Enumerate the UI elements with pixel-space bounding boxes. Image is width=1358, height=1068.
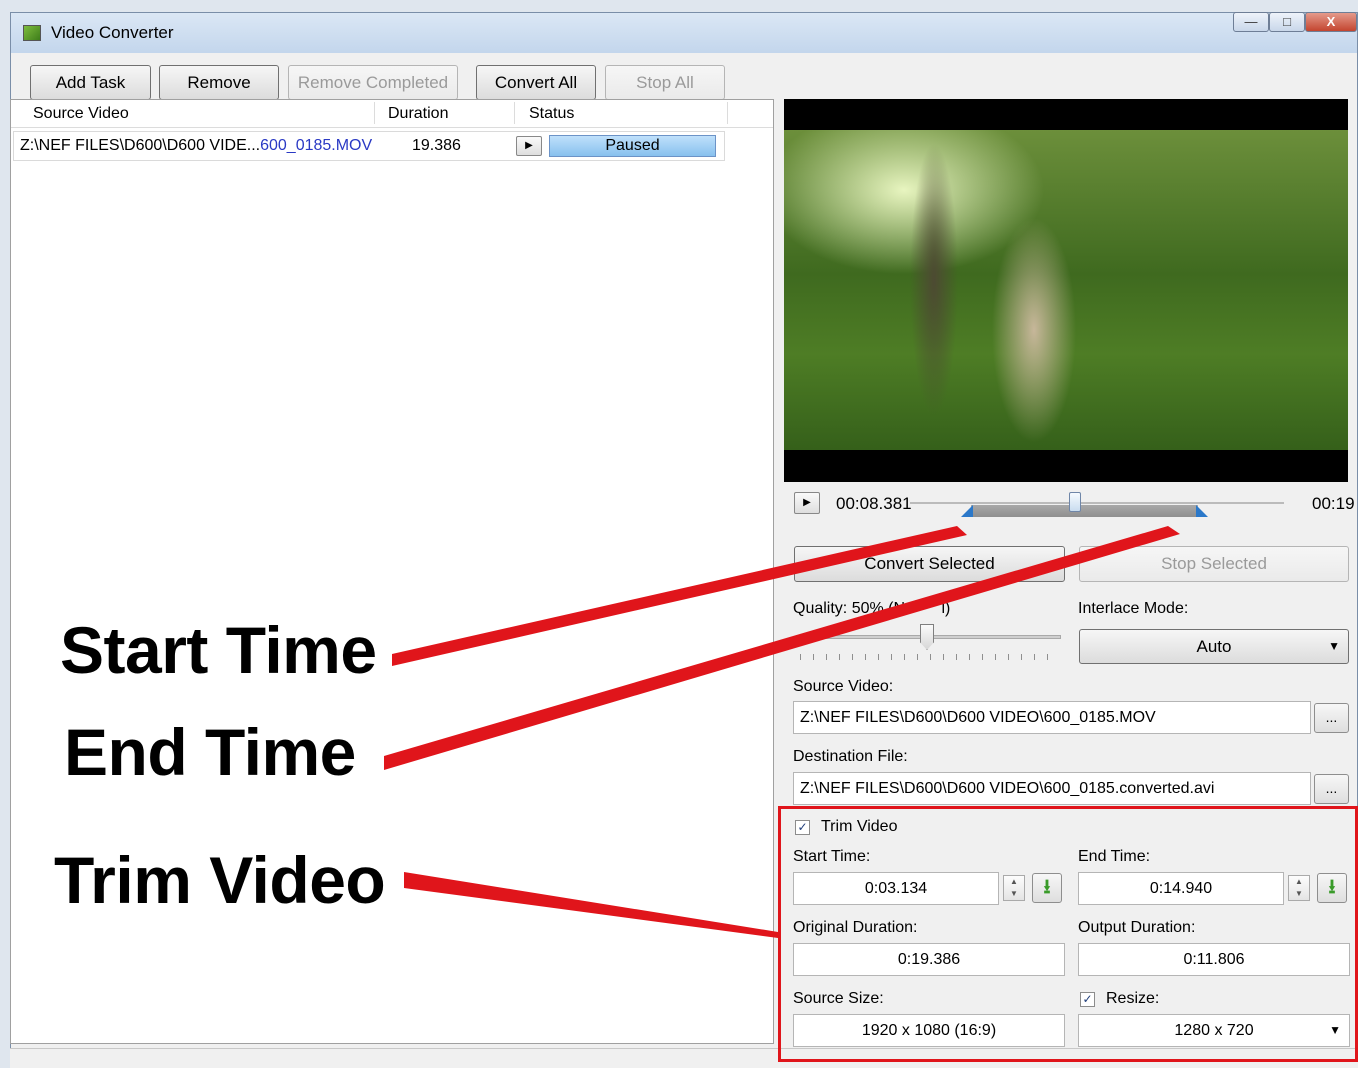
column-divider[interactable] (727, 102, 728, 124)
annotation-trim-video: Trim Video (54, 843, 386, 917)
chevron-down-icon: ▼ (1328, 639, 1340, 653)
remove-button[interactable]: Remove (159, 65, 279, 100)
browse-source-button[interactable]: ... (1314, 703, 1349, 733)
current-time: 00:08.381 (836, 494, 912, 513)
convert-selected-button[interactable]: Convert Selected (794, 546, 1065, 582)
app-icon (23, 25, 41, 41)
total-time: 00:19 (1312, 494, 1355, 513)
video-preview[interactable] (784, 99, 1348, 482)
forest-path-frame (784, 130, 1348, 450)
quality-label: Quality: 50% (Normal) (793, 600, 951, 617)
remove-completed-button[interactable]: Remove Completed (288, 65, 458, 100)
interlace-mode-label: Interlace Mode: (1078, 600, 1189, 617)
column-source-video[interactable]: Source Video (33, 105, 129, 123)
play-button[interactable]: ▶ (794, 492, 820, 514)
column-divider[interactable] (374, 102, 375, 124)
trim-video-highlight-box (778, 806, 1358, 1062)
browse-destination-button[interactable]: ... (1314, 774, 1349, 804)
row-play-button[interactable]: ▶ (516, 136, 542, 156)
destination-file-field[interactable]: Z:\NEF FILES\D600\D600 VIDEO\600_0185.co… (793, 772, 1311, 805)
stop-selected-button[interactable]: Stop Selected (1079, 546, 1349, 582)
quality-slider-ticks (800, 654, 1058, 660)
convert-all-button[interactable]: Convert All (476, 65, 596, 100)
row-duration: 19.386 (412, 137, 461, 154)
annotation-start-time: Start Time (60, 613, 377, 687)
column-status[interactable]: Status (529, 105, 574, 123)
seek-track[interactable] (910, 502, 1284, 504)
interlace-mode-select[interactable]: Auto ▼ (1079, 629, 1349, 664)
playhead-thumb[interactable] (1068, 492, 1081, 512)
title-bar[interactable]: Video Converter — □ X (11, 12, 1357, 53)
annotation-end-time: End Time (64, 715, 356, 789)
column-duration[interactable]: Duration (388, 105, 448, 123)
task-list-header: Source Video Duration Status (11, 100, 773, 128)
stop-all-button[interactable]: Stop All (605, 65, 725, 100)
table-row[interactable]: Z:\NEF FILES\D600\D600 VIDE...600_0185.M… (13, 131, 725, 161)
trim-range (970, 505, 1199, 517)
destination-file-label: Destination File: (793, 748, 908, 765)
add-task-button[interactable]: Add Task (30, 65, 151, 100)
minimize-button[interactable]: — (1233, 12, 1269, 32)
row-status-progress: Paused (549, 135, 716, 157)
close-button[interactable]: X (1305, 12, 1357, 32)
column-divider[interactable] (514, 102, 515, 124)
source-video-field[interactable]: Z:\NEF FILES\D600\D600 VIDEO\600_0185.MO… (793, 701, 1311, 734)
trim-end-marker[interactable] (1196, 505, 1209, 517)
maximize-button[interactable]: □ (1269, 12, 1305, 32)
row-source-video: Z:\NEF FILES\D600\D600 VIDE...600_0185.M… (20, 137, 373, 154)
source-video-label: Source Video: (793, 678, 894, 695)
window-title: Video Converter (51, 23, 174, 42)
trim-start-marker[interactable] (960, 505, 973, 517)
seek-bar[interactable]: ▶ 00:08.381 00:19 (784, 484, 1355, 524)
window-controls: — □ X (1233, 12, 1357, 42)
